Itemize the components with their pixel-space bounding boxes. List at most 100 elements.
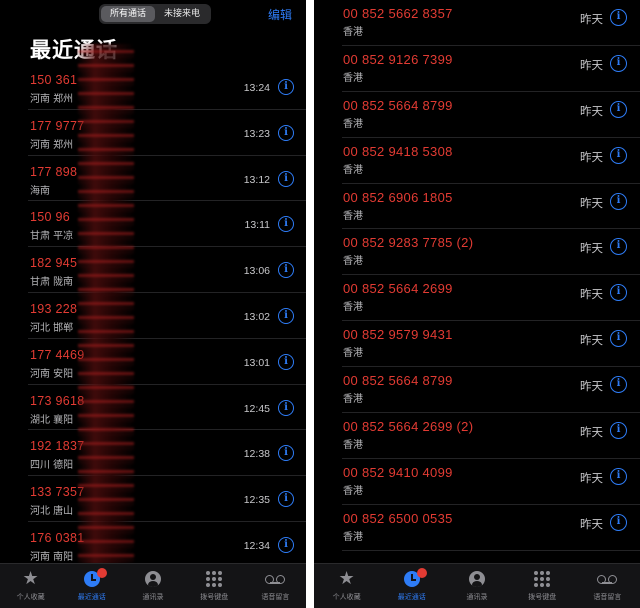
badge-dot	[96, 568, 107, 578]
caller-location: 香港	[343, 440, 363, 452]
info-icon[interactable]: i	[610, 9, 627, 26]
call-row[interactable]: 182 945 甘肃 陇南 13:06 i	[0, 247, 306, 293]
call-row[interactable]: 00 852 9283 7785 (2) 香港 昨天 i	[314, 229, 640, 276]
info-icon[interactable]: i	[278, 491, 294, 508]
info-icon[interactable]: i	[278, 353, 294, 370]
segment-missed-calls[interactable]: 未接来电	[155, 6, 209, 22]
call-time: 昨天	[580, 335, 603, 348]
info-icon[interactable]: i	[278, 262, 294, 279]
call-row[interactable]: 173 9618 湖北 襄阳 12:45 i	[0, 385, 306, 431]
call-row[interactable]: 00 852 9418 5308 香港 昨天 i	[314, 138, 640, 184]
info-icon[interactable]: i	[610, 513, 627, 531]
caller-location: 香港	[343, 72, 363, 84]
info-icon[interactable]: i	[278, 536, 294, 553]
right-phone-screenshot: 00 852 5662 8357 香港 昨天 i 00 852 9126 7399 香港昨…	[314, 0, 640, 608]
call-time: 13:12	[243, 173, 270, 186]
call-time: 昨天	[580, 14, 603, 26]
tab-clock[interactable]: 最近通话	[61, 564, 122, 608]
tab-icon-wrap	[469, 570, 485, 588]
call-row[interactable]: 00 852 5664 2699 香港 昨天 i	[314, 275, 640, 322]
call-row[interactable]: 133 7357 河北 唐山 12:35 i	[0, 476, 306, 522]
contact-icon	[469, 571, 485, 587]
tab-star[interactable]: ★ 个人收藏	[0, 564, 61, 608]
call-row[interactable]: 150 96 甘肃 平凉 13:11 i	[0, 201, 306, 248]
call-row[interactable]: 177 9777 河南 郑州 13:23 i	[0, 110, 306, 156]
call-row[interactable]: 00 852 5664 8799 香港 昨天 i	[314, 92, 640, 138]
call-row[interactable]: 00 852 9126 7399 香港 昨天 i	[314, 46, 640, 92]
caller-number: 00 852 9410 4099	[343, 464, 453, 480]
call-row[interactable]: 193 228 河北 邯郸 13:02 i	[0, 293, 306, 339]
caller-location: 河北 唐山	[30, 506, 74, 518]
call-time: 12:35	[243, 494, 270, 507]
call-row[interactable]: 150 361 河南 郑州 13:24 i	[0, 64, 306, 110]
call-time: 昨天	[580, 59, 603, 72]
edit-button[interactable]: 编辑	[268, 6, 292, 23]
tab-contact[interactable]: 通讯录	[444, 564, 509, 608]
info-icon[interactable]: i	[610, 376, 627, 394]
info-icon[interactable]: i	[278, 124, 294, 141]
caller-number: 176 0381	[30, 530, 85, 545]
tab-keypad[interactable]: 拨号键盘	[510, 564, 575, 608]
info-icon[interactable]: i	[278, 399, 294, 416]
tab-label: 拨号键盘	[528, 593, 557, 601]
call-time: 昨天	[580, 105, 603, 118]
tab-voicemail[interactable]: 语音留言	[575, 564, 640, 608]
tab-contact[interactable]: 通讯录	[122, 564, 183, 608]
segment-all-calls[interactable]: 所有通话	[101, 6, 155, 22]
call-time: 昨天	[580, 518, 603, 531]
info-icon[interactable]: i	[610, 330, 627, 348]
keypad-icon	[206, 571, 223, 587]
info-icon[interactable]: i	[610, 146, 627, 164]
call-row[interactable]: 177 898 海南 13:12 i	[0, 156, 306, 202]
caller-number: 00 852 5664 8799	[343, 97, 453, 113]
tab-clock[interactable]: 最近通话	[379, 564, 444, 608]
caller-number: 177 4469	[30, 347, 85, 362]
tab-label: 最近通话	[397, 593, 426, 601]
info-icon[interactable]: i	[610, 422, 627, 440]
caller-number: 150 361	[30, 73, 78, 87]
info-icon[interactable]: i	[610, 100, 627, 118]
info-icon[interactable]: i	[610, 284, 627, 302]
left-phone-screenshot: 所有通话 未接来电 编辑 最近通话 150 361 河南 郑州 13:24 i 177 …	[0, 0, 306, 608]
tab-keypad[interactable]: 拨号键盘	[184, 564, 245, 608]
call-row[interactable]: 00 852 6906 1805 香港 昨天 i	[314, 184, 640, 230]
info-icon[interactable]: i	[610, 238, 627, 256]
tab-voicemail[interactable]: 语音留言	[245, 564, 306, 608]
tab-label: 语音留言	[593, 593, 622, 601]
info-icon[interactable]: i	[610, 192, 627, 210]
tab-icon-wrap: ★	[339, 570, 355, 588]
caller-number: 00 852 5664 2699	[343, 281, 453, 297]
call-row[interactable]: 00 852 5664 2699 (2) 香港 昨天 i	[314, 413, 640, 459]
call-time: 昨天	[580, 289, 603, 302]
info-icon[interactable]: i	[278, 307, 294, 324]
caller-number: 173 9618	[30, 393, 85, 408]
call-row[interactable]: 00 852 6500 0535 香港 昨天 i	[314, 505, 640, 551]
call-time: 12:34	[243, 539, 270, 552]
info-icon[interactable]: i	[610, 467, 627, 485]
tab-label: 语音留言	[261, 593, 290, 601]
call-row[interactable]: 00 852 9410 4099 香港 昨天 i	[314, 459, 640, 505]
call-row[interactable]: 176 0381 河南 南阳 12:34 i	[0, 522, 306, 568]
call-row[interactable]: 177 4469 河南 安阳 13:01 i	[0, 339, 306, 385]
call-time: 昨天	[580, 197, 603, 210]
tab-bar: ★ 个人收藏 最近通话 通讯录 拨号键盘 语音留言	[314, 563, 640, 608]
caller-location: 香港	[343, 531, 363, 543]
tab-icon-wrap	[403, 568, 427, 588]
info-icon[interactable]: i	[610, 54, 627, 72]
call-time: 昨天	[580, 151, 603, 164]
tab-label: 个人收藏	[16, 593, 45, 601]
call-row[interactable]: 00 852 9579 9431 香港 昨天 i	[314, 321, 640, 368]
call-time: 昨天	[580, 243, 603, 256]
call-row[interactable]: 00 852 5662 8357 香港 昨天 i	[314, 0, 640, 46]
caller-number: 150 96	[30, 210, 71, 225]
call-time: 昨天	[580, 427, 603, 440]
call-row[interactable]: 00 852 5664 8799 香港 昨天 i	[314, 367, 640, 414]
caller-number: 177 898	[30, 164, 78, 179]
info-icon[interactable]: i	[278, 79, 294, 95]
info-icon[interactable]: i	[278, 170, 294, 187]
tab-star[interactable]: ★ 个人收藏	[314, 564, 379, 608]
caller-location: 香港	[343, 210, 363, 222]
info-icon[interactable]: i	[278, 216, 294, 233]
call-row[interactable]: 192 1837 四川 德阳 12:38 i	[0, 430, 306, 477]
info-icon[interactable]: i	[278, 445, 294, 462]
